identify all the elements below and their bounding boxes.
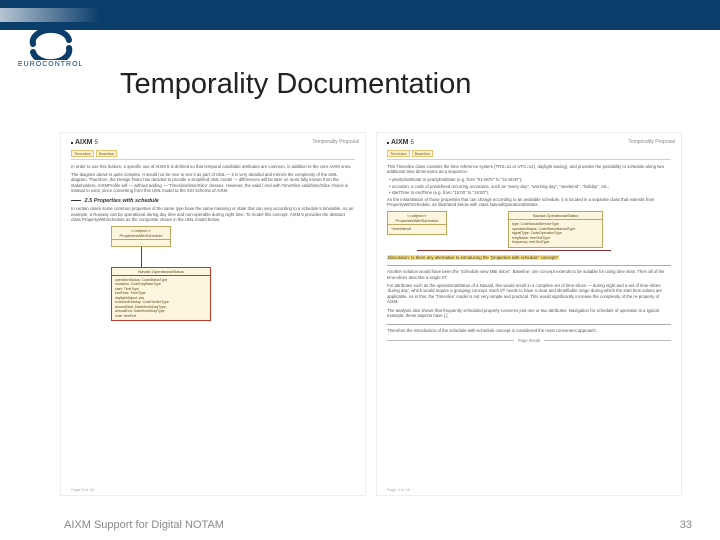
doc-page-left-footer: Page 8 of 18	[71, 487, 94, 492]
doc-paragraph: For attributes such as the operationalSt…	[387, 283, 671, 304]
uml-class-body: type: CodeNavaidServiceType operationSta…	[509, 220, 602, 247]
doc-page-right-footer: Page 9 of 18	[387, 487, 410, 492]
slide-title: Temporality Documentation	[120, 68, 471, 101]
uml-class-parent: <<object>> PropertiesWithSchedule +timeI…	[387, 211, 447, 235]
uml-class-parent: <<object>> PropertiesWithSchedule	[111, 226, 171, 247]
uml-class-header: <<object>> PropertiesWithSchedule	[112, 227, 170, 240]
uml-class-header: Navaid OperationalStatus	[509, 212, 602, 220]
doc-tab-timeslice: Timeslice	[387, 150, 410, 157]
document-thumbnails: Temporality Proposal AIXM 5 Timeslice Ba…	[60, 132, 682, 496]
uml-class-body	[112, 240, 170, 246]
doc-discussion-box: Another solution would have been the 'Sc…	[387, 265, 671, 325]
banner-highlight	[0, 8, 100, 22]
doc-page-right-corner: Temporality Proposal	[628, 139, 675, 145]
doc-section-heading-text: 2.5 Properties with schedule	[85, 198, 159, 204]
page-break-label: Page Break	[518, 338, 540, 343]
doc-section-heading: 2.5 Properties with schedule	[71, 198, 355, 205]
doc-brand-version: 5	[411, 140, 414, 148]
doc-bullet: yearlyStartDate to yearlyEndDate (e.g. f…	[387, 177, 671, 182]
uml-association-line	[417, 250, 611, 251]
doc-brand: AIXM	[391, 139, 409, 148]
uml-class-child: Navaid OperationalStatus type: CodeNavai…	[508, 211, 603, 248]
doc-brand-version: 5	[95, 140, 98, 148]
doc-tab-baseline: Baseline	[96, 150, 117, 157]
doc-paragraph: The analysis also shows that frequently …	[387, 308, 671, 319]
rule	[71, 159, 355, 160]
doc-paragraph: The diagram above is quite complex. It w…	[71, 172, 355, 193]
doc-tab-timeslice: Timeslice	[71, 150, 94, 157]
doc-bullet: occasion: a code of predefined recurring…	[387, 184, 671, 189]
header-banner	[0, 0, 720, 30]
doc-page-left-tabs: Timeslice Baseline	[71, 150, 355, 157]
doc-paragraph: In certain cases some common properties …	[71, 206, 355, 222]
doc-tab-baseline: Baseline	[412, 150, 433, 157]
rule	[387, 159, 671, 160]
slide-footer-text: AIXM Support for Digital NOTAM	[64, 519, 224, 531]
doc-paragraph: Another solution would have been the 'Sc…	[387, 269, 671, 280]
uml-class-body: +timeInterval	[388, 225, 446, 234]
header-dash-icon	[71, 142, 73, 144]
slide-page-number: 33	[680, 519, 692, 531]
eurocontrol-logo: EUROCONTROL	[18, 30, 83, 68]
heading-bar-icon	[71, 200, 81, 201]
uml-class-header: <<object>> PropertiesWithSchedule	[388, 212, 446, 225]
header-dash-icon	[387, 142, 389, 144]
doc-brand: AIXM	[75, 139, 93, 148]
doc-page-right-tabs: Timeslice Baseline	[387, 150, 671, 157]
doc-page-left: Temporality Proposal AIXM 5 Timeslice Ba…	[60, 132, 366, 496]
doc-paragraph: Therefore the introduction of the schedu…	[387, 328, 671, 333]
eurocontrol-logo-text: EUROCONTROL	[18, 61, 83, 68]
doc-paragraph: As the instantiation of those properties…	[387, 197, 671, 208]
doc-highlighted-discussion: Discussion: Is there any alternative to …	[387, 255, 559, 260]
uml-class-child: Navaid OperationalStatus operationStatus…	[111, 267, 211, 322]
uml-association-line	[141, 247, 142, 267]
doc-bullet: startTime to endTime (e.g. from "15:00" …	[387, 190, 671, 195]
page-break-rule: Page Break	[387, 338, 671, 343]
doc-page-left-corner: Temporality Proposal	[312, 139, 359, 145]
uml-class-header: Navaid OperationalStatus	[112, 268, 210, 276]
doc-paragraph: This Timeslice class contains the time r…	[387, 164, 671, 175]
uml-diagram: <<object>> PropertiesWithSchedule +timeI…	[387, 211, 671, 248]
slide: EUROCONTROL Temporality Documentation Te…	[0, 0, 720, 540]
uml-class-body: operationStatus: CodeStatusType occasion…	[112, 276, 210, 321]
eurocontrol-logo-icon	[28, 30, 74, 60]
doc-page-right: Temporality Proposal AIXM 5 Timeslice Ba…	[376, 132, 682, 496]
doc-paragraph: In order to use this feature, a specific…	[71, 164, 355, 169]
